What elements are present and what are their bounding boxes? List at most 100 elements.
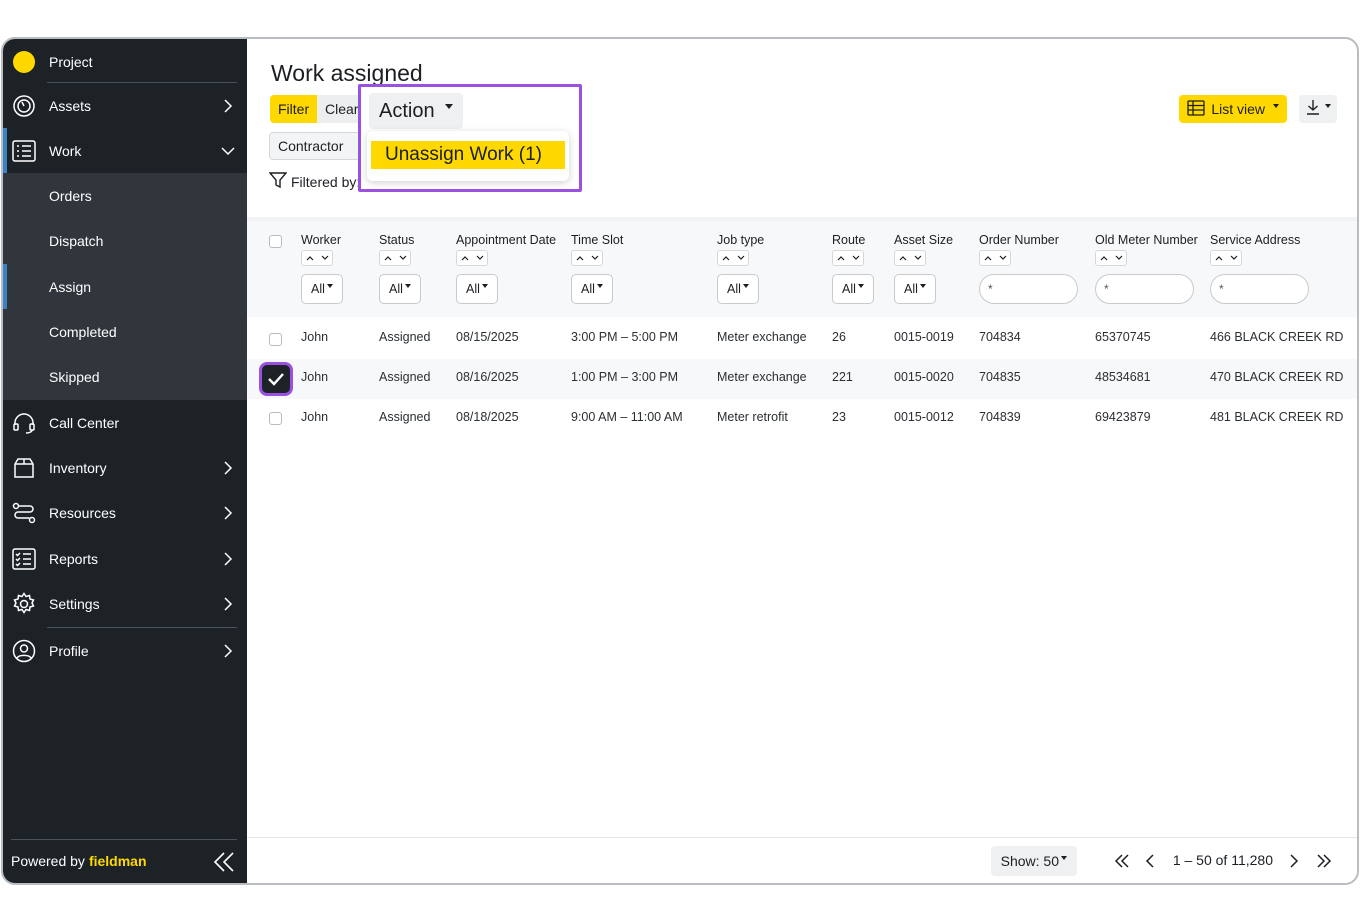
table-cell: 65370745 <box>1095 330 1151 344</box>
sort-buttons[interactable] <box>301 250 333 266</box>
sort-down-icon <box>852 255 859 260</box>
column-header: Asset Size <box>894 233 954 247</box>
page-size-label: Show: 50 <box>1000 853 1059 869</box>
first-page-icon[interactable] <box>1113 852 1131 870</box>
page-size-select[interactable]: Show: 50 <box>990 846 1077 876</box>
sort-buttons[interactable] <box>1210 250 1242 266</box>
sort-up-icon <box>1100 256 1107 261</box>
action-dropdown-highlight: Action Unassign Work (1) <box>358 84 582 192</box>
column-search-input[interactable]: * <box>1095 274 1194 304</box>
submenu-label: Skipped <box>49 368 100 385</box>
column-search-input[interactable]: * <box>1210 274 1309 304</box>
submenu-label: Completed <box>49 323 117 340</box>
last-page-icon[interactable] <box>1315 852 1333 870</box>
sort-buttons[interactable] <box>894 250 926 266</box>
table-cell: Assigned <box>379 370 431 384</box>
column-filter-select[interactable]: All <box>456 274 498 304</box>
chevron-down-icon <box>221 144 235 158</box>
sort-buttons[interactable] <box>717 250 749 266</box>
table-cell: 1:00 PM – 3:00 PM <box>571 370 679 384</box>
sort-buttons[interactable] <box>379 250 411 266</box>
table-cell: 48534681 <box>1095 370 1151 384</box>
filter-value: All <box>311 282 325 296</box>
chevron-right-icon <box>221 505 235 520</box>
sort-buttons[interactable] <box>832 250 864 266</box>
table-cell: John <box>301 410 329 424</box>
column-filter-select[interactable]: All <box>894 274 936 304</box>
column-filter-select[interactable]: All <box>379 274 421 304</box>
filtered-by: Filtered by: <box>268 172 360 191</box>
column-header: Job type <box>717 233 765 247</box>
filter-value: All <box>581 282 595 296</box>
sidebar-item-label: Call Center <box>49 414 120 431</box>
sort-up-icon <box>384 256 391 261</box>
column-filter-select[interactable]: All <box>717 274 759 304</box>
column-filter-select[interactable]: All <box>571 274 613 304</box>
sidebar-item-label: Profile <box>49 642 89 659</box>
table-cell: 08/18/2025 <box>456 410 519 424</box>
sort-buttons[interactable] <box>456 250 488 266</box>
gauge-icon <box>11 93 37 119</box>
sidebar-item-assets[interactable]: Assets <box>3 83 247 128</box>
collapse-sidebar-icon[interactable] <box>213 851 235 873</box>
check-icon <box>268 373 284 386</box>
sidebar-item-inventory[interactable]: Inventory <box>3 445 247 490</box>
row-checkbox[interactable] <box>269 333 282 346</box>
column-search-input[interactable]: * <box>979 274 1078 304</box>
sidebar-project[interactable]: Project <box>3 39 247 84</box>
contractor-filter[interactable]: Contractor <box>269 132 367 160</box>
sidebar-item-orders[interactable]: Orders <box>3 173 247 218</box>
caret-down-icon <box>326 284 333 288</box>
submenu-label: Dispatch <box>49 232 104 249</box>
list-view-button[interactable]: List view <box>1179 95 1287 123</box>
list-icon <box>11 138 37 164</box>
sidebar-item-skipped[interactable]: Skipped <box>3 354 247 399</box>
table-cell: 704834 <box>979 330 1021 344</box>
pagination-footer: Show: 50 1 – 50 of 11,280 <box>247 837 1357 883</box>
download-button[interactable] <box>1299 95 1337 123</box>
main-content: Work assigned Filter Clear Contractor Fi… <box>247 39 1357 883</box>
sort-buttons[interactable] <box>979 250 1011 266</box>
row-checkbox[interactable] <box>269 412 282 425</box>
powered-by: Powered by fieldman <box>11 853 147 869</box>
sidebar-item-assign[interactable]: Assign <box>3 264 247 309</box>
column-filter-select[interactable]: All <box>301 274 343 304</box>
filter-button[interactable]: Filter <box>270 95 318 123</box>
action-dropdown-button[interactable]: Action <box>369 93 463 129</box>
table-cell: 08/15/2025 <box>456 330 519 344</box>
sort-up-icon <box>1215 256 1222 261</box>
sidebar-item-settings[interactable]: Settings <box>3 581 247 626</box>
column-header: Worker <box>301 233 342 247</box>
caret-down-icon <box>919 284 926 288</box>
sidebar-item-label: Settings <box>49 595 100 612</box>
sidebar-item-work[interactable]: Work <box>3 128 247 173</box>
sidebar-item-label: Assets <box>49 97 92 114</box>
table-cell: 704839 <box>979 410 1021 424</box>
sort-buttons[interactable] <box>1095 250 1127 266</box>
prev-page-icon[interactable] <box>1141 852 1159 870</box>
download-icon <box>1305 99 1321 120</box>
table-cell: John <box>301 330 329 344</box>
select-all-checkbox[interactable] <box>269 235 282 248</box>
table-cell: 221 <box>832 370 853 384</box>
sort-down-icon <box>737 255 744 260</box>
table-icon <box>1187 99 1205 119</box>
sidebar-item-call-center[interactable]: Call Center <box>3 400 247 445</box>
submenu-label: Assign <box>49 278 92 295</box>
unassign-work-menu-item[interactable]: Unassign Work (1) <box>371 141 565 169</box>
sidebar-item-completed[interactable]: Completed <box>3 309 247 354</box>
next-page-icon[interactable] <box>1285 852 1303 870</box>
sidebar-item-dispatch[interactable]: Dispatch <box>3 218 247 263</box>
table-cell: 23 <box>832 410 846 424</box>
sidebar-item-resources[interactable]: Resources <box>3 490 247 535</box>
column-header: Time Slot <box>571 233 624 247</box>
sort-down-icon <box>999 255 1006 260</box>
column-filter-select[interactable]: All <box>832 274 874 304</box>
list-view-label: List view <box>1211 101 1265 117</box>
table-cell: 470 BLACK CREEK RD <box>1210 370 1344 384</box>
sort-buttons[interactable] <box>571 250 603 266</box>
row-checkbox-checked[interactable] <box>259 362 293 396</box>
sidebar-item-profile[interactable]: Profile <box>3 628 247 673</box>
column-header: Old Meter Number <box>1095 233 1198 247</box>
sidebar-item-reports[interactable]: Reports <box>3 536 247 581</box>
